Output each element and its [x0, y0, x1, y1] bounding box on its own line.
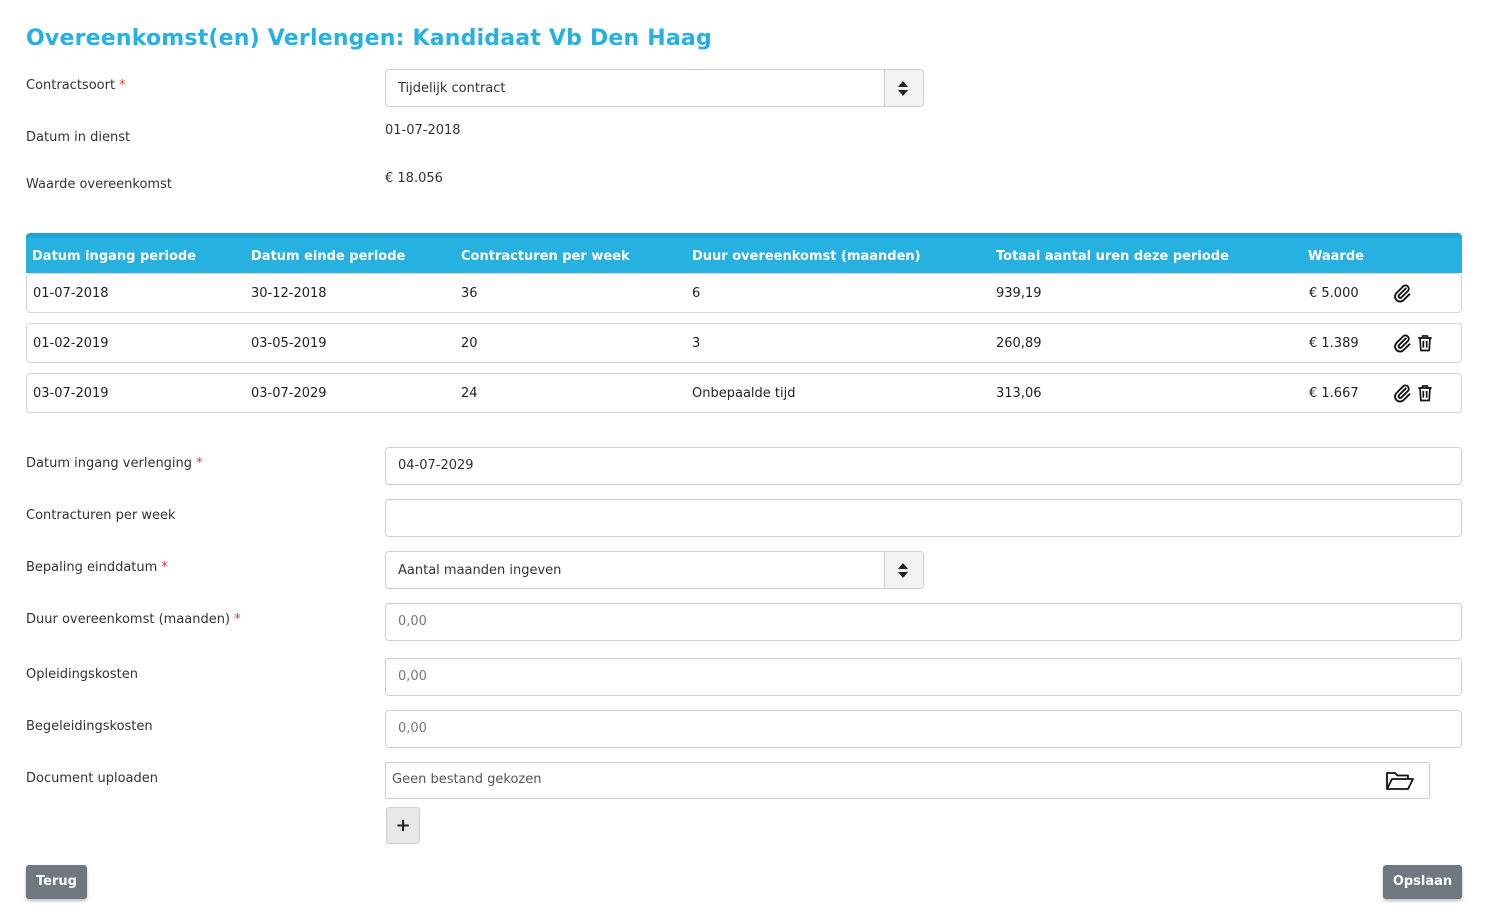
page-title: Overeenkomst(en) Verlengen: Kandidaat Vb… [26, 26, 712, 51]
hours-per-week-input[interactable] [385, 499, 1462, 537]
cell-hours: 36 [461, 286, 478, 301]
cell-value: € 1.389 [1309, 336, 1359, 351]
trash-icon[interactable] [1415, 333, 1435, 353]
hours-per-week-label: Contracturen per week [26, 508, 176, 523]
cell-total: 313,06 [996, 386, 1042, 401]
table-row: 01-02-2019 03-05-2019 20 3 260,89 € 1.38… [26, 323, 1462, 363]
table-row: 01-07-2018 30-12-2018 36 6 939,19 € 5.00… [26, 273, 1462, 313]
required-mark: * [119, 78, 126, 93]
training-costs-placeholder: 0,00 [398, 669, 427, 684]
paperclip-icon[interactable] [1392, 333, 1412, 353]
extension-start-label: Datum ingang verlenging * [26, 456, 203, 471]
folder-open-icon[interactable] [1385, 770, 1415, 792]
start-date-value: 01-07-2018 [385, 123, 461, 138]
file-upload-input[interactable]: Geen bestand gekozen [385, 762, 1430, 799]
cell-value: € 5.000 [1309, 286, 1359, 301]
trash-icon[interactable] [1415, 383, 1435, 403]
cell-hours: 24 [461, 386, 478, 401]
extension-start-input[interactable]: 04-07-2029 [385, 447, 1462, 485]
cell-value: € 1.667 [1309, 386, 1359, 401]
col-header-end: Datum einde periode [251, 249, 406, 264]
guidance-costs-input[interactable]: 0,00 [385, 710, 1462, 748]
required-mark: * [234, 612, 241, 627]
cell-start: 01-07-2018 [33, 286, 109, 301]
cell-end: 03-05-2019 [251, 336, 327, 351]
col-header-total: Totaal aantal uren deze periode [996, 249, 1229, 264]
cell-end: 30-12-2018 [251, 286, 327, 301]
paperclip-icon[interactable] [1392, 383, 1412, 403]
select-arrows-icon [884, 70, 923, 106]
cell-duration: Onbepaalde tijd [692, 386, 796, 401]
col-header-start: Datum ingang periode [32, 249, 197, 264]
cell-start: 01-02-2019 [33, 336, 109, 351]
start-date-label: Datum in dienst [26, 130, 131, 145]
cell-end: 03-07-2029 [251, 386, 327, 401]
cell-total: 260,89 [996, 336, 1042, 351]
contract-value-label: Waarde overeenkomst [26, 177, 172, 192]
duration-label: Duur overeenkomst (maanden) * [26, 612, 241, 627]
periods-table-header: Datum ingang periode Datum einde periode… [26, 233, 1462, 273]
required-mark: * [196, 456, 203, 471]
contract-type-value: Tijdelijk contract [398, 81, 506, 96]
col-header-value: Waarde [1308, 249, 1364, 264]
cell-duration: 6 [692, 286, 701, 301]
paperclip-icon[interactable] [1392, 283, 1412, 303]
col-header-duration: Duur overeenkomst (maanden) [692, 249, 921, 264]
cell-start: 03-07-2019 [33, 386, 109, 401]
back-button[interactable]: Terug [26, 865, 87, 899]
training-costs-label: Opleidingskosten [26, 667, 138, 682]
save-button[interactable]: Opslaan [1383, 865, 1462, 899]
contract-type-select[interactable]: Tijdelijk contract [385, 69, 924, 107]
table-row: 03-07-2019 03-07-2029 24 Onbepaalde tijd… [26, 373, 1462, 413]
guidance-costs-label: Begeleidingskosten [26, 719, 153, 734]
contract-value-value: € 18.056 [385, 171, 443, 186]
select-arrows-icon [884, 552, 923, 588]
contract-type-label: Contractsoort * [26, 78, 126, 93]
guidance-costs-placeholder: 0,00 [398, 721, 427, 736]
required-mark: * [161, 560, 168, 575]
enddate-method-label: Bepaling einddatum * [26, 560, 168, 575]
col-header-hours: Contracturen per week [461, 249, 630, 264]
file-upload-placeholder: Geen bestand gekozen [392, 772, 542, 787]
add-document-button[interactable]: + [386, 807, 420, 844]
cell-duration: 3 [692, 336, 701, 351]
enddate-method-select[interactable]: Aantal maanden ingeven [385, 551, 924, 589]
duration-input[interactable]: 0,00 [385, 603, 1462, 641]
cell-total: 939,19 [996, 286, 1042, 301]
cell-hours: 20 [461, 336, 478, 351]
duration-placeholder: 0,00 [398, 614, 427, 629]
upload-label: Document uploaden [26, 771, 158, 786]
training-costs-input[interactable]: 0,00 [385, 658, 1462, 696]
enddate-method-value: Aantal maanden ingeven [398, 563, 562, 578]
